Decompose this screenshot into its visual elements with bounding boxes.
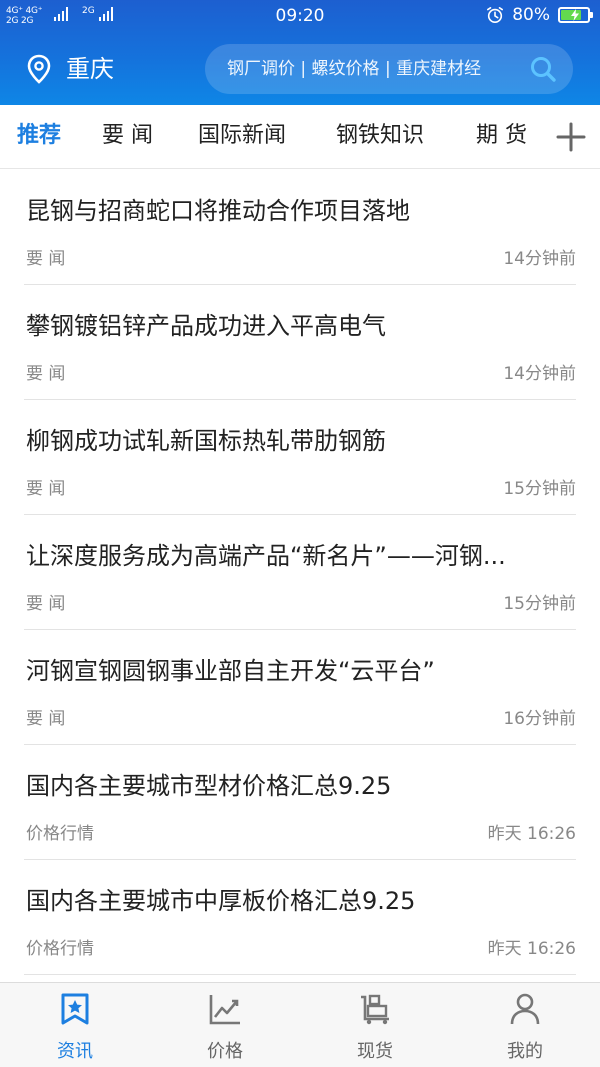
- plus-icon[interactable]: [556, 122, 586, 152]
- news-title[interactable]: 河钢宣钢圆钢事业部自主开发“云平台”: [26, 654, 566, 688]
- nav-label: 我的: [507, 1041, 543, 1062]
- news-title[interactable]: 柳钢成功试轧新国标热轧带肋钢筋: [26, 424, 566, 458]
- chart-line-icon[interactable]: [207, 991, 243, 1027]
- news-category: 要 闻: [26, 249, 66, 269]
- tab-futures[interactable]: 期 货: [476, 105, 527, 167]
- news-time: 14分钟前: [503, 249, 576, 269]
- news-title[interactable]: 国内各主要城市中厚板价格汇总9.25: [26, 884, 566, 918]
- news-category: 要 闻: [26, 479, 66, 499]
- nav-label: 现货: [357, 1041, 393, 1062]
- list-item[interactable]: 河钢宣钢圆钢事业部自主开发“云平台” 要 闻 16分钟前: [24, 630, 576, 745]
- alarm-icon: [487, 6, 504, 24]
- cargo-cart-icon[interactable]: [357, 991, 393, 1027]
- status-right: 80%: [486, 5, 593, 25]
- user-icon[interactable]: [507, 991, 543, 1027]
- nav-label: 价格: [207, 1041, 243, 1062]
- bottom-nav: 资讯 价格 现货 我的: [0, 982, 600, 1067]
- news-time: 昨天 16:26: [487, 939, 576, 959]
- list-item[interactable]: 国内各主要城市中厚板价格汇总9.25 价格行情 昨天 16:26: [24, 860, 576, 975]
- news-title[interactable]: 让深度服务成为高端产品“新名片”——河钢...: [26, 539, 566, 573]
- tab-international[interactable]: 国际新闻: [198, 105, 286, 167]
- nav-spot[interactable]: 现货: [300, 983, 450, 1067]
- search-box[interactable]: 钢厂调价 | 螺纹价格 | 重庆建材经: [205, 44, 573, 94]
- nav-label: 资讯: [57, 1041, 93, 1062]
- tab-headlines[interactable]: 要 闻: [102, 105, 153, 167]
- nav-news[interactable]: 资讯: [0, 983, 150, 1067]
- list-item[interactable]: 攀钢镀铝锌产品成功进入平高电气 要 闻 14分钟前: [24, 285, 576, 400]
- battery-percent: 80%: [512, 5, 550, 25]
- news-title[interactable]: 攀钢镀铝锌产品成功进入平高电气: [26, 309, 566, 343]
- news-category: 价格行情: [26, 939, 94, 959]
- nav-profile[interactable]: 我的: [450, 983, 600, 1067]
- nav-price[interactable]: 价格: [150, 983, 300, 1067]
- list-item[interactable]: 柳钢成功试轧新国标热轧带肋钢筋 要 闻 15分钟前: [24, 400, 576, 515]
- news-star-icon[interactable]: [57, 991, 93, 1027]
- search-placeholder[interactable]: 钢厂调价 | 螺纹价格 | 重庆建材经: [227, 44, 481, 94]
- news-time: 14分钟前: [503, 364, 576, 384]
- app-bar: 重庆 钢厂调价 | 螺纹价格 | 重庆建材经: [0, 34, 600, 105]
- tab-recommend[interactable]: 推荐: [17, 105, 61, 167]
- list-item[interactable]: 让深度服务成为高端产品“新名片”——河钢... 要 闻 15分钟前: [24, 515, 576, 630]
- list-item[interactable]: 昆钢与招商蛇口将推动合作项目落地 要 闻 14分钟前: [24, 170, 576, 285]
- news-category: 要 闻: [26, 709, 66, 729]
- list-item[interactable]: 国内各主要城市型材价格汇总9.25 价格行情 昨天 16:26: [24, 745, 576, 860]
- search-icon[interactable]: [529, 55, 557, 83]
- header: 4G⁺ 4G⁺ 2G 2G 2G 09:20 80% 重庆 钢厂调价 | 螺纹价…: [0, 0, 600, 105]
- news-time: 15分钟前: [503, 479, 576, 499]
- charging-bolt-icon: [571, 9, 579, 21]
- status-bar: 4G⁺ 4G⁺ 2G 2G 2G 09:20 80%: [0, 0, 600, 34]
- news-time: 昨天 16:26: [487, 824, 576, 844]
- news-category: 价格行情: [26, 824, 94, 844]
- news-time: 15分钟前: [503, 594, 576, 614]
- news-time: 16分钟前: [503, 709, 576, 729]
- news-title[interactable]: 昆钢与招商蛇口将推动合作项目落地: [26, 194, 566, 228]
- city-selector[interactable]: 重庆: [66, 54, 114, 84]
- battery-icon: [558, 7, 593, 23]
- news-list: 昆钢与招商蛇口将推动合作项目落地 要 闻 14分钟前 攀钢镀铝锌产品成功进入平高…: [0, 170, 600, 975]
- news-category: 要 闻: [26, 594, 66, 614]
- tab-steel-knowledge[interactable]: 钢铁知识: [336, 105, 424, 167]
- category-tabs: 推荐 要 闻 国际新闻 钢铁知识 期 货: [0, 105, 600, 169]
- news-title[interactable]: 国内各主要城市型材价格汇总9.25: [26, 769, 566, 803]
- location-pin-icon[interactable]: [26, 54, 52, 84]
- news-category: 要 闻: [26, 364, 66, 384]
